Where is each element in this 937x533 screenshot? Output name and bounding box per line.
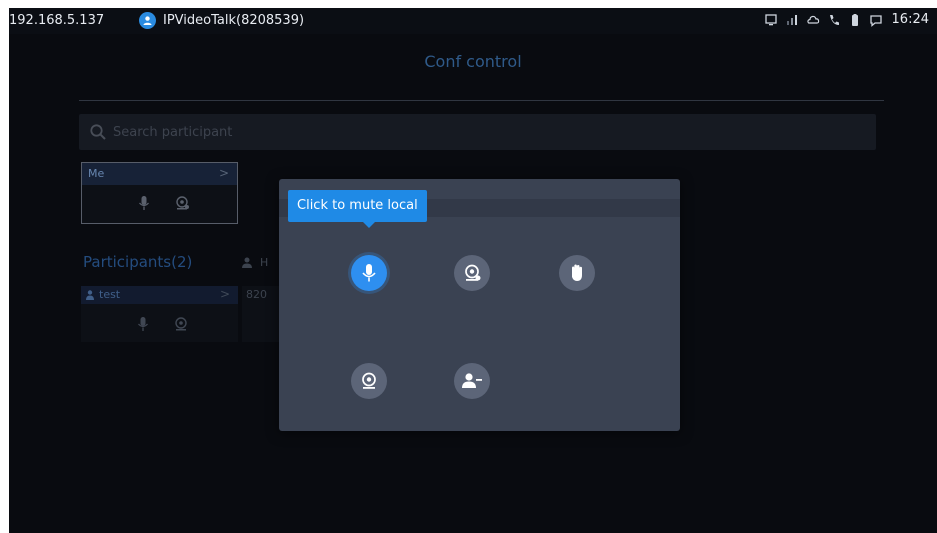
raise-hand-icon (572, 264, 582, 281)
status-app-title: IPVideoTalk(8208539) (163, 13, 305, 28)
microphone-icon (362, 264, 376, 282)
phone-icon (829, 14, 839, 25)
user-account-icon (139, 12, 156, 29)
remove-user-icon (462, 373, 482, 388)
chat-icon (869, 14, 882, 27)
signal-icon (786, 14, 797, 25)
webcam-icon (362, 372, 376, 389)
status-ip: 192.168.5.137 (9, 13, 105, 28)
cloud-icon (806, 15, 819, 24)
status-icons: 16:24 (764, 12, 929, 27)
status-time: 16:24 (891, 12, 929, 27)
participant-action-dialog: Click to mute local (279, 179, 680, 431)
mute-local-button[interactable] (351, 255, 387, 291)
webcam-button[interactable] (351, 363, 387, 399)
camera-icon (465, 264, 481, 281)
remove-participant-button[interactable] (454, 363, 490, 399)
battery-icon (851, 13, 858, 26)
status-bar: 192.168.5.137 IPVideoTalk(8208539) 16:24 (9, 8, 937, 34)
mute-tooltip: Click to mute local (288, 190, 427, 222)
screen-icon (764, 13, 777, 25)
conf-control-screen: 192.168.5.137 IPVideoTalk(8208539) 16:24… (9, 8, 937, 533)
video-toggle-button[interactable] (454, 255, 490, 291)
tooltip-arrow (363, 222, 375, 228)
raise-hand-button[interactable] (559, 255, 595, 291)
